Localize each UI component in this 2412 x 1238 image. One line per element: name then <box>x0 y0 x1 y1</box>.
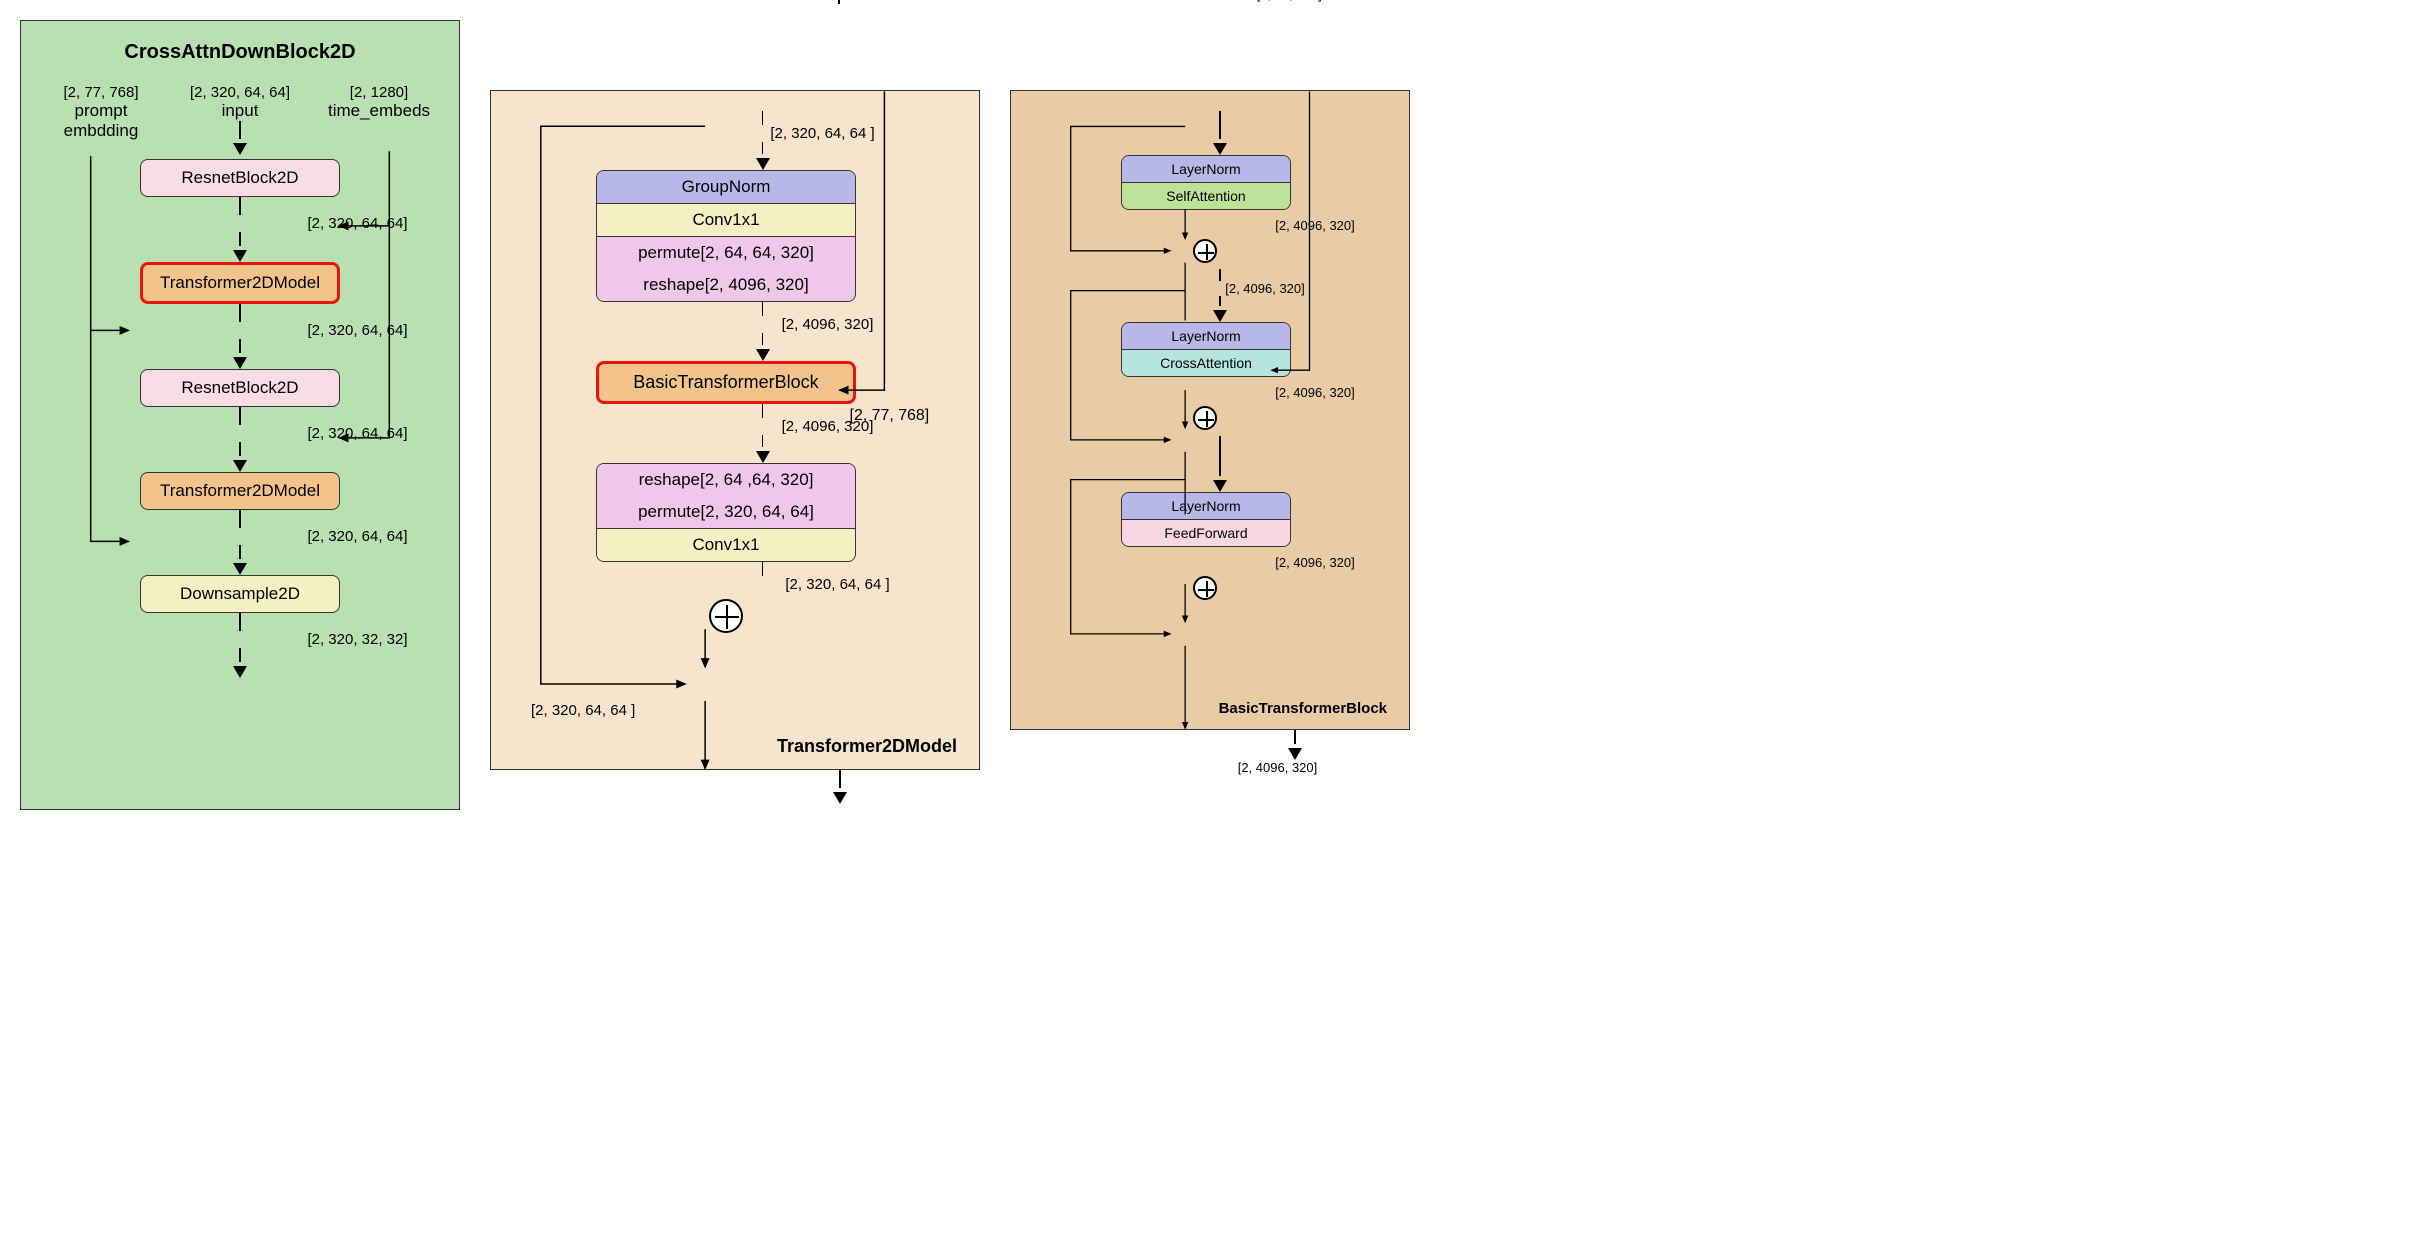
downsample-block: Downsample2D <box>140 575 340 613</box>
p2-shape-out: [2, 320, 64, 64 ] <box>785 576 889 593</box>
p3-shape-out: [2, 4096, 320] <box>1145 760 1410 775</box>
feedforward-block: FeedForward <box>1122 520 1290 546</box>
p2-shape-skip: [2, 320, 64, 64 ] <box>531 702 635 719</box>
p3-selfattn-stack: LayerNorm SelfAttention <box>1121 155 1291 210</box>
input-label: input <box>222 101 259 121</box>
permute-block-1: permute[2, 64, 64, 320] <box>597 237 855 269</box>
plus-3 <box>1193 576 1217 600</box>
plus-1 <box>1193 239 1217 263</box>
panel3-title: BasicTransformerBlock <box>1219 700 1387 717</box>
reshape-block-2: reshape[2, 64 ,64, 320] <box>597 464 855 496</box>
conv1x1-block-2: Conv1x1 <box>597 529 855 561</box>
resnet-block-1: ResnetBlock2D <box>140 159 340 197</box>
shape-s5: [2, 320, 32, 32] <box>276 631 439 648</box>
p2-shape-in: [2, 320, 64, 64 ] <box>770 125 874 142</box>
p3-s4: [2, 4096, 320] <box>1241 555 1389 570</box>
conv1x1-block-1: Conv1x1 <box>597 204 855 237</box>
panel-transformer2dmodel: [2, 320, 64, 64 ] GroupNorm Conv1x1 perm… <box>490 90 980 770</box>
layernorm-1: LayerNorm <box>1122 156 1290 183</box>
basictransformer-block: BasicTransformerBlock <box>596 361 856 404</box>
p3-s1: [2, 4096, 320] <box>1241 218 1389 233</box>
time-shape: [2, 1280] <box>350 84 408 101</box>
layernorm-2: LayerNorm <box>1122 323 1290 350</box>
p2-preproc-stack: GroupNorm Conv1x1 permute[2, 64, 64, 320… <box>596 170 856 302</box>
p3-ff-stack: LayerNorm FeedForward <box>1121 492 1291 547</box>
panel-basictransformerblock: LayerNorm SelfAttention [2, 4096, 320] [… <box>1010 90 1410 730</box>
crossattention-block: CrossAttention <box>1122 350 1290 376</box>
groupnorm-block: GroupNorm <box>597 171 855 204</box>
p3-s3: [2, 4096, 320] <box>1241 385 1389 400</box>
shape-s3: [2, 320, 64, 64] <box>276 425 439 442</box>
p3-s2: [2, 4096, 320] <box>1225 281 1305 296</box>
panel1-title: CrossAttnDownBlock2D <box>41 41 439 64</box>
shape-s1: [2, 320, 64, 64] <box>276 215 439 232</box>
p2-shape-btbout: [2, 4096, 320] <box>782 418 874 435</box>
selfattention-block: SelfAttention <box>1122 183 1290 209</box>
p2-shape-mid: [2, 4096, 320] <box>782 316 874 333</box>
residual-add-circle <box>709 599 743 633</box>
time-label: time_embeds <box>328 101 430 121</box>
prompt-shape: [2, 77, 768] <box>63 84 138 101</box>
permute-block-2: permute[2, 320, 64, 64] <box>597 496 855 529</box>
reshape-block-1: reshape[2, 4096, 320] <box>597 269 855 301</box>
transformer2d-block-2: Transformer2DModel <box>140 472 340 510</box>
plus-2 <box>1193 406 1217 430</box>
p3-shape-prompt: [2, 77, 768] <box>1257 0 1322 2</box>
layernorm-3: LayerNorm <box>1122 493 1290 520</box>
panel2-title: Transformer2DModel <box>777 736 957 757</box>
prompt-label: prompt embdding <box>64 101 139 141</box>
shape-s2: [2, 320, 64, 64] <box>276 322 439 339</box>
resnet-block-2: ResnetBlock2D <box>140 369 340 407</box>
transformer2d-block-1: Transformer2DModel <box>140 262 340 304</box>
p3-crossattn-stack: LayerNorm CrossAttention <box>1121 322 1291 377</box>
panel-crossattn-downblock: CrossAttnDownBlock2D [2, 77, 768] prompt… <box>20 20 460 810</box>
shape-s4: [2, 320, 64, 64] <box>276 528 439 545</box>
input-shape: [2, 320, 64, 64] <box>190 84 290 101</box>
p2-postproc-stack: reshape[2, 64 ,64, 320] permute[2, 320, … <box>596 463 856 562</box>
